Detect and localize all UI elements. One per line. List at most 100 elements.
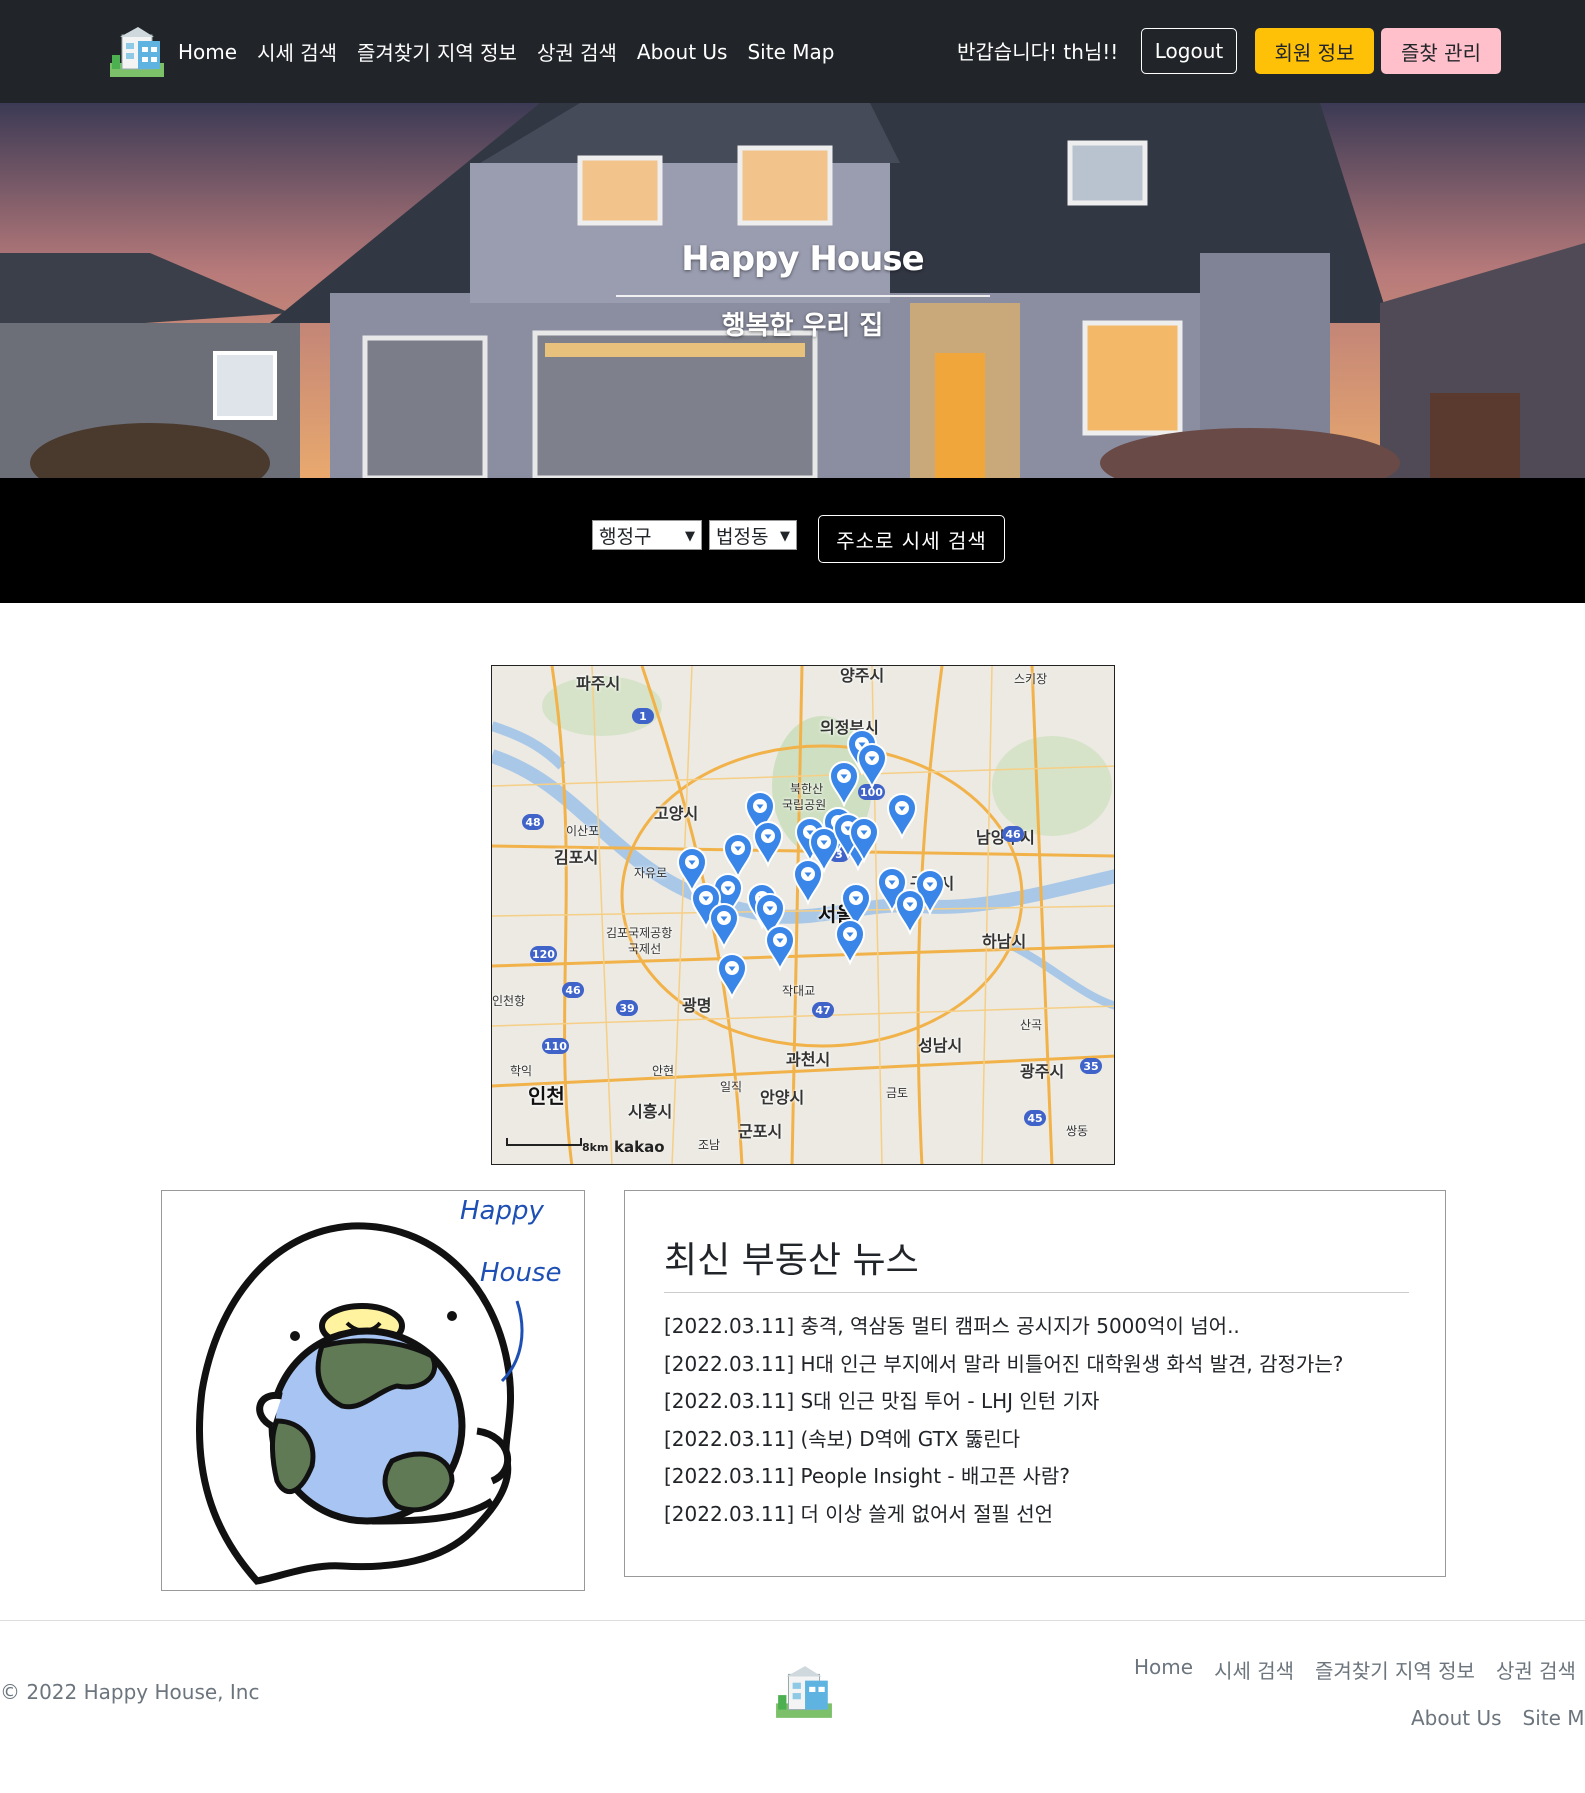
- logout-button[interactable]: Logout: [1141, 28, 1237, 74]
- map-label: 안현: [652, 1064, 675, 1078]
- route-badge: 39: [616, 1000, 638, 1016]
- house-logo-icon[interactable]: [774, 1664, 834, 1720]
- map-label: 북한산: [790, 782, 824, 796]
- favorites-manage-button[interactable]: 즐찾 관리: [1381, 28, 1501, 74]
- news-item[interactable]: [2022.03.11] 충격, 역삼동 멀티 캠퍼스 공시지가 5000억이 …: [664, 1308, 1343, 1346]
- dong-select-value: 법정동: [716, 525, 769, 548]
- route-badge: 47: [812, 1002, 834, 1018]
- address-search-button[interactable]: 주소로 시세 검색: [818, 515, 1005, 563]
- map-label: 인천항: [492, 994, 526, 1008]
- map-label: 금토: [886, 1086, 909, 1100]
- map-label: 산곡: [1020, 1018, 1043, 1032]
- house-logo-icon[interactable]: [108, 25, 166, 79]
- map-label: 조남: [698, 1138, 721, 1152]
- route-badge: 35: [1080, 1058, 1102, 1074]
- map-marker-icon[interactable]: [764, 924, 796, 972]
- map-marker-icon[interactable]: [894, 888, 926, 936]
- map-label: 작대교: [782, 984, 816, 998]
- map-scale-bar: [506, 1138, 582, 1146]
- nav-favorite-area[interactable]: 즐겨찾기 지역 정보: [357, 37, 517, 66]
- kakao-map[interactable]: 양주시 스키장 파주시 의정부시 고양시 북한산 국립공원 남양주시 김포시 이…: [491, 665, 1115, 1165]
- map-label: 국제선: [628, 942, 662, 956]
- map-label: 시흥시: [628, 1102, 673, 1121]
- footer-nav: Home 시세 검색 즐겨찾기 지역 정보 상권 검색: [1134, 1655, 1576, 1684]
- route-badge: 1: [632, 708, 654, 724]
- news-list: [2022.03.11] 충격, 역삼동 멀티 캠퍼스 공시지가 5000억이 …: [664, 1308, 1343, 1533]
- map-provider-logo: kakao: [614, 1138, 665, 1156]
- map-marker-icon[interactable]: [856, 742, 888, 790]
- hero-title: Happy House: [681, 239, 924, 279]
- map-label: 쌍동: [1066, 1124, 1089, 1138]
- hero-banner: Happy House 행복한 우리 집: [0, 103, 1585, 478]
- district-select-value: 행정구: [599, 525, 652, 548]
- hero-subtitle: 행복한 우리 집: [721, 311, 884, 341]
- footer-link-commercial-search[interactable]: 상권 검색: [1496, 1655, 1576, 1684]
- nav-site-map[interactable]: Site Map: [747, 40, 834, 64]
- address-search-bar: 행정구 ▼ 법정동 ▼ 주소로 시세 검색: [0, 478, 1585, 603]
- footer-nav: About Us Site Map: [1411, 1706, 1585, 1730]
- district-select[interactable]: 행정구 ▼: [592, 520, 702, 550]
- map-label: 성남시: [918, 1036, 963, 1055]
- map-marker-icon[interactable]: [752, 820, 784, 868]
- news-item[interactable]: [2022.03.11] 더 이상 쓸게 없어서 절필 선언: [664, 1496, 1343, 1534]
- house-photo: [0, 103, 1585, 478]
- route-badge: 46: [1002, 826, 1024, 842]
- map-label: 하남시: [982, 932, 1027, 951]
- chevron-down-icon: ▼: [685, 529, 695, 544]
- footer-link-price-search[interactable]: 시세 검색: [1214, 1655, 1294, 1684]
- footer-link-about-us[interactable]: About Us: [1411, 1706, 1502, 1730]
- map-label: 광명: [682, 996, 712, 1015]
- nav-about-us[interactable]: About Us: [637, 40, 728, 64]
- copyright-text: © 2022 Happy House, Inc: [0, 1680, 260, 1704]
- route-badge: 120: [530, 946, 557, 962]
- route-badge: 110: [542, 1038, 569, 1054]
- map-label: 군포시: [738, 1122, 783, 1141]
- news-item[interactable]: [2022.03.11] People Insight - 배고픈 사람?: [664, 1458, 1343, 1496]
- illustration-handwriting: House: [480, 1258, 561, 1288]
- map-label: 이산포: [566, 824, 600, 838]
- map-label: 파주시: [576, 674, 621, 693]
- news-divider: [664, 1292, 1409, 1293]
- nav-commercial-search[interactable]: 상권 검색: [537, 37, 617, 66]
- map-label: 학익: [510, 1064, 533, 1078]
- news-item[interactable]: [2022.03.11] S대 인근 맛집 투어 - LHJ 인턴 기자: [664, 1383, 1343, 1421]
- map-label: 김포국제공항: [606, 926, 673, 940]
- nav-price-search[interactable]: 시세 검색: [257, 37, 337, 66]
- map-label: 김포시: [554, 848, 599, 867]
- dong-select[interactable]: 법정동 ▼: [709, 520, 797, 550]
- map-marker-icon[interactable]: [886, 792, 918, 840]
- map-marker-icon[interactable]: [828, 760, 860, 808]
- illustration-handwriting: Happy: [460, 1196, 544, 1226]
- footer-link-site-map[interactable]: Site Map: [1523, 1706, 1585, 1730]
- news-item[interactable]: [2022.03.11] (속보) D역에 GTX 뚫린다: [664, 1421, 1343, 1459]
- member-info-button[interactable]: 회원 정보: [1255, 28, 1374, 74]
- map-marker-icon[interactable]: [834, 918, 866, 966]
- map-label: 일직: [720, 1080, 743, 1094]
- footer-divider: [0, 1620, 1585, 1621]
- map-label: 고양시: [654, 804, 699, 823]
- map-marker-icon[interactable]: [708, 902, 740, 950]
- navbar: Home 시세 검색 즐겨찾기 지역 정보 상권 검색 About Us Sit…: [0, 0, 1585, 103]
- footer-link-favorite-area[interactable]: 즐겨찾기 지역 정보: [1315, 1655, 1475, 1684]
- map-scale-label: 8km: [582, 1141, 609, 1154]
- news-card: 최신 부동산 뉴스 [2022.03.11] 충격, 역삼동 멀티 캠퍼스 공시…: [624, 1190, 1446, 1577]
- footer-link-home[interactable]: Home: [1134, 1655, 1193, 1684]
- map-label: 인천: [528, 1084, 565, 1108]
- chevron-down-icon: ▼: [780, 529, 790, 544]
- map-label: 자유로: [634, 866, 668, 880]
- illustration-card: Happy House: [161, 1190, 585, 1591]
- map-label: 과천시: [786, 1050, 831, 1069]
- map-marker-icon[interactable]: [716, 952, 748, 1000]
- map-label: 안양시: [760, 1088, 805, 1107]
- hero-divider: [616, 295, 990, 297]
- main-nav: Home 시세 검색 즐겨찾기 지역 정보 상권 검색 About Us Sit…: [178, 0, 834, 103]
- map-marker-icon[interactable]: [792, 858, 824, 906]
- route-badge: 45: [1024, 1110, 1046, 1126]
- news-title: 최신 부동산 뉴스: [664, 1240, 919, 1281]
- map-marker-icon[interactable]: [848, 816, 880, 864]
- map-label: 광주시: [1020, 1062, 1065, 1081]
- nav-home[interactable]: Home: [178, 40, 237, 64]
- ghost-hugging-earth-illustration: Happy House: [196, 1196, 561, 1585]
- news-item[interactable]: [2022.03.11] H대 인근 부지에서 말라 비틀어진 대학원생 화석 …: [664, 1346, 1343, 1384]
- map-label: 국립공원: [782, 798, 827, 812]
